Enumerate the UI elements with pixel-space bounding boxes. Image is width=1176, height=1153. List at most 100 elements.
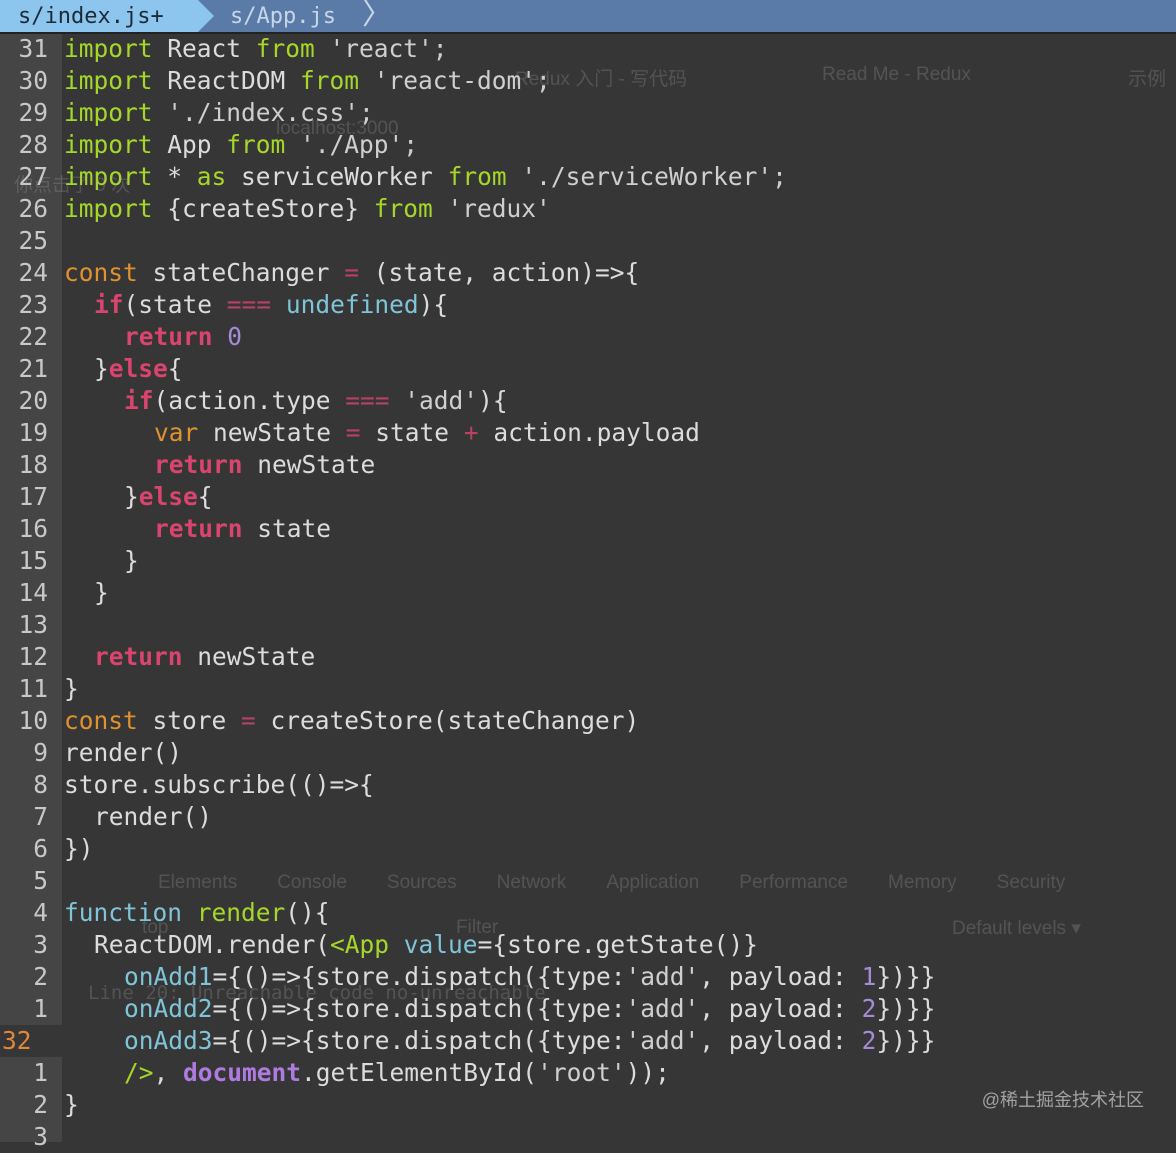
code-line[interactable]: 27 import * as serviceWorker from './serv… bbox=[0, 161, 1176, 193]
code-token: /> bbox=[124, 1058, 154, 1087]
code-token: serviceWorker bbox=[226, 162, 448, 191]
code-token: ReactDOM.render( bbox=[94, 930, 331, 959]
code-token: action.payload bbox=[478, 418, 700, 447]
line-number: 12 bbox=[18, 642, 48, 671]
tab-app-js[interactable]: s/App.js bbox=[230, 0, 336, 32]
code-line[interactable]: 10 const store = createStore(stateChanger… bbox=[0, 705, 1176, 737]
code-line[interactable]: 13 bbox=[0, 609, 1176, 641]
code-token: === bbox=[345, 386, 390, 415]
code-token: return bbox=[124, 322, 213, 351]
code-text: if(action.type === 'add'){ bbox=[64, 385, 508, 417]
code-token: 'add' bbox=[389, 386, 479, 415]
code-token: (action.type bbox=[153, 386, 346, 415]
code-line[interactable]: 8 store.subscribe(()=>{ bbox=[0, 769, 1176, 801]
code-token: from bbox=[373, 194, 433, 223]
code-line[interactable]: 3 bbox=[0, 1121, 1176, 1153]
ghost-devtools-tab: Elements bbox=[158, 872, 238, 893]
code-line[interactable]: 28 import App from './App'; bbox=[0, 129, 1176, 161]
line-number: 22 bbox=[18, 322, 48, 351]
code-token: onAdd3 bbox=[124, 1026, 213, 1055]
code-line[interactable]: 19 var newState = state + action.payload bbox=[0, 417, 1176, 449]
code-token: state bbox=[242, 514, 332, 543]
code-text: const store = createStore(stateChanger) bbox=[64, 705, 639, 737]
ghost-console-context: top bbox=[142, 917, 169, 938]
code-line[interactable]: 31 import React from 'react'; bbox=[0, 33, 1176, 65]
code-token: 'root' bbox=[537, 1058, 626, 1087]
code-line[interactable]: 29 import './index.css'; bbox=[0, 97, 1176, 129]
code-token: './serviceWorker'; bbox=[506, 162, 787, 191]
code-token: import bbox=[64, 194, 153, 223]
code-token: ){ bbox=[418, 290, 449, 319]
chevron-right-icon: 〉 bbox=[362, 0, 392, 32]
code-line[interactable]: 26 import {createStore} from 'redux' bbox=[0, 193, 1176, 225]
code-line[interactable]: 14} bbox=[0, 577, 1176, 609]
tab-index-js[interactable]: s/index.js+ bbox=[0, 0, 214, 32]
code-line[interactable]: 16 return state bbox=[0, 513, 1176, 545]
code-token: .getElementById( bbox=[301, 1058, 538, 1087]
code-line[interactable]: 21}else{ bbox=[0, 353, 1176, 385]
code-line[interactable]: 25 bbox=[0, 225, 1176, 257]
line-number: 32 bbox=[2, 1026, 32, 1055]
code-line[interactable]: 17}else{ bbox=[0, 481, 1176, 513]
code-text: } bbox=[64, 673, 79, 705]
line-number: 25 bbox=[18, 226, 48, 255]
code-token: else bbox=[108, 354, 168, 383]
ghost-devtools-tabs: Elements Console Sources Network Applica… bbox=[158, 872, 1158, 894]
code-token: = bbox=[241, 706, 256, 735]
code-token: as bbox=[196, 162, 227, 191]
line-number: 18 bbox=[18, 450, 48, 479]
code-token: state bbox=[360, 418, 464, 447]
code-token: } bbox=[64, 674, 79, 703]
code-text: />, document.getElementById('root')); bbox=[64, 1057, 670, 1089]
code-line[interactable]: 24 const stateChanger = (state, action)=>… bbox=[0, 257, 1176, 289]
buffer-tabline: s/index.js+ s/App.js 〉 bbox=[0, 0, 1176, 34]
code-text: }else{ bbox=[64, 353, 183, 385]
code-token: (state, action)=>{ bbox=[359, 258, 640, 287]
code-token: render() bbox=[94, 802, 213, 831]
code-text: return newState bbox=[64, 449, 375, 481]
code-line[interactable]: 1 />, document.getElementById('root')); bbox=[0, 1057, 1176, 1089]
line-number: 19 bbox=[18, 418, 48, 447]
line-number: 13 bbox=[18, 610, 48, 639]
code-line[interactable]: 18 return newState bbox=[0, 449, 1176, 481]
code-line[interactable]: 6}) bbox=[0, 833, 1176, 865]
code-line[interactable]: 11} bbox=[0, 673, 1176, 705]
code-line[interactable]: 7 render() bbox=[0, 801, 1176, 833]
code-token: return bbox=[154, 514, 243, 543]
code-token: { bbox=[197, 482, 213, 511]
code-token: , payload: bbox=[699, 962, 862, 991]
line-number: 2 bbox=[33, 1090, 48, 1119]
code-line[interactable]: 32 onAdd3={()=>{store.dispatch({type:'add… bbox=[0, 1025, 1176, 1057]
code-line[interactable]: 20 if(action.type === 'add'){ bbox=[0, 385, 1176, 417]
code-token: newState bbox=[182, 642, 316, 671]
line-number: 1 bbox=[33, 994, 48, 1023]
code-token: 'redux' bbox=[432, 194, 551, 223]
code-line[interactable]: 23 if(state === undefined){ bbox=[0, 289, 1176, 321]
ghost-devtools-tab: Performance bbox=[739, 872, 849, 893]
code-line[interactable]: 9 render() bbox=[0, 737, 1176, 769]
line-number: 23 bbox=[18, 290, 48, 319]
code-line[interactable]: 15} bbox=[0, 545, 1176, 577]
code-token: (){ bbox=[285, 898, 330, 927]
ghost-filter: Filter bbox=[456, 917, 499, 938]
code-token: } bbox=[124, 482, 139, 511]
code-token: } bbox=[94, 354, 109, 383]
code-token: 'add' bbox=[625, 962, 700, 991]
code-text: import React from 'react'; bbox=[64, 33, 448, 65]
code-token: <App bbox=[330, 930, 390, 959]
code-token: * bbox=[152, 162, 197, 191]
code-line[interactable]: 12 return newState bbox=[0, 641, 1176, 673]
code-text: } bbox=[64, 1089, 79, 1121]
code-token: ={()=>{store.dispatch({type: bbox=[212, 1026, 626, 1055]
code-token: 2 bbox=[861, 1026, 877, 1055]
code-line[interactable]: 22 return 0 bbox=[0, 321, 1176, 353]
code-token: createStore(stateChanger) bbox=[255, 706, 640, 735]
line-number: 24 bbox=[18, 258, 48, 287]
code-text: } bbox=[64, 577, 109, 609]
code-token: import bbox=[64, 34, 153, 63]
line-number: 15 bbox=[18, 546, 48, 575]
code-token: } bbox=[64, 1090, 79, 1119]
code-token: }) bbox=[64, 834, 94, 863]
